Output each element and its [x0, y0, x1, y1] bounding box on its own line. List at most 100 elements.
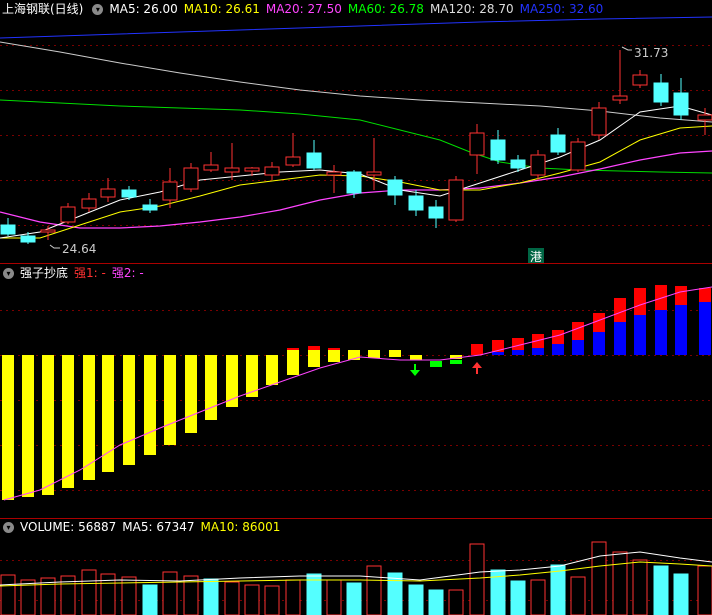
indicator-bar-red — [328, 348, 340, 350]
indicator-bar — [328, 355, 340, 362]
candle-body — [490, 139, 506, 161]
indicator-bar-red — [593, 313, 605, 332]
indicator-bar — [102, 355, 114, 472]
candle-body — [612, 95, 628, 101]
indicator-bar-blue — [675, 305, 687, 355]
indicator-bar — [287, 350, 299, 355]
indicator-bar — [266, 355, 278, 385]
chart-canvas[interactable]: 31.73 24.64 港 — [0, 0, 712, 615]
indicator-bar — [328, 350, 340, 355]
candle-body — [224, 167, 240, 173]
candle-body — [0, 224, 16, 235]
volume-bar — [570, 576, 586, 615]
high-price-label: 31.73 — [634, 46, 668, 60]
volume-bar — [81, 569, 97, 615]
volume-bar — [428, 589, 444, 615]
candle-body — [142, 204, 158, 211]
candle-body — [121, 189, 137, 198]
indicator-bar — [389, 355, 401, 357]
volume-bar — [550, 564, 566, 615]
indicator-bar-blue — [593, 332, 605, 355]
indicator-bar — [164, 355, 176, 445]
volume-bar — [142, 584, 158, 615]
indicator-bar — [389, 350, 401, 355]
indicator-bar-red — [655, 285, 667, 310]
indicator-bar — [185, 355, 197, 433]
indicator-bar — [42, 355, 54, 495]
candle-body — [203, 164, 219, 171]
candle-body — [244, 167, 260, 172]
indicator-bar-blue — [699, 302, 711, 355]
indicator-bar-red — [675, 286, 687, 305]
indicator-bar-red — [287, 348, 299, 350]
indicator-bar-red — [572, 322, 584, 340]
candle-body — [40, 229, 56, 233]
volume-bar — [346, 582, 362, 615]
indicator-bar-red — [699, 288, 711, 302]
indicator-signal — [450, 360, 462, 364]
indicator-bar — [2, 355, 14, 500]
candle-body — [81, 198, 97, 209]
indicator-bar-blue — [532, 348, 544, 355]
volume-bar — [448, 589, 464, 615]
indicator-bars — [2, 285, 711, 500]
volume-bar — [653, 565, 669, 615]
volume-bar — [469, 543, 485, 615]
volume-bar — [697, 565, 712, 615]
candlestick-series — [0, 50, 712, 244]
candle-body — [697, 114, 712, 121]
arrow-up-icon — [472, 362, 482, 374]
indicator-bar-blue — [492, 352, 504, 355]
candle-body — [591, 107, 607, 136]
arrow-down-icon — [410, 364, 420, 376]
volume-bar — [326, 579, 342, 615]
candle-body — [428, 206, 444, 219]
indicator-bar — [22, 355, 34, 497]
volume-bar — [530, 579, 546, 615]
hk-badge-text: 港 — [530, 250, 542, 264]
indicator-bar — [62, 355, 74, 488]
volume-bar — [673, 573, 689, 615]
volume-bar — [632, 559, 648, 615]
candle-body — [326, 171, 342, 176]
candle-body — [530, 154, 546, 176]
indicator-bar-blue — [552, 344, 564, 355]
low-marker — [49, 244, 60, 249]
indicator-bar-red — [614, 298, 626, 322]
indicator-signal — [430, 361, 442, 367]
volume-bar — [162, 571, 178, 615]
candle-body — [570, 141, 586, 171]
volume-bar — [244, 584, 260, 615]
candle-body — [183, 167, 199, 190]
volume-bar — [408, 584, 424, 615]
indicator-bar-red — [308, 346, 320, 350]
indicator-bar-red — [471, 344, 483, 355]
volume-bar — [387, 572, 403, 615]
indicator-bar-blue — [512, 350, 524, 355]
indicator-bar-blue — [614, 322, 626, 355]
candle-body — [162, 181, 178, 201]
indicator-bar — [348, 350, 360, 355]
indicator-bar-blue — [655, 310, 667, 355]
indicator-signal — [410, 355, 422, 360]
candle-body — [264, 166, 280, 176]
candle-body — [366, 171, 382, 176]
indicator-bar-blue — [572, 340, 584, 355]
ma250-line — [0, 16, 712, 39]
candle-body — [448, 179, 464, 221]
volume-bar — [285, 579, 301, 615]
candle-body — [653, 82, 669, 103]
volume-bar — [612, 551, 628, 615]
volume-bar — [591, 541, 607, 615]
candle-body — [306, 152, 322, 169]
candle-body — [60, 206, 76, 223]
volume-bars — [0, 541, 712, 615]
volume-bar — [203, 578, 219, 615]
candle-body — [469, 132, 485, 156]
volume-bar — [366, 565, 382, 615]
candle-body — [100, 188, 116, 198]
candle-body — [20, 235, 36, 243]
candle-body — [346, 171, 362, 194]
indicator-bar — [123, 355, 135, 465]
candle-body — [632, 74, 648, 86]
